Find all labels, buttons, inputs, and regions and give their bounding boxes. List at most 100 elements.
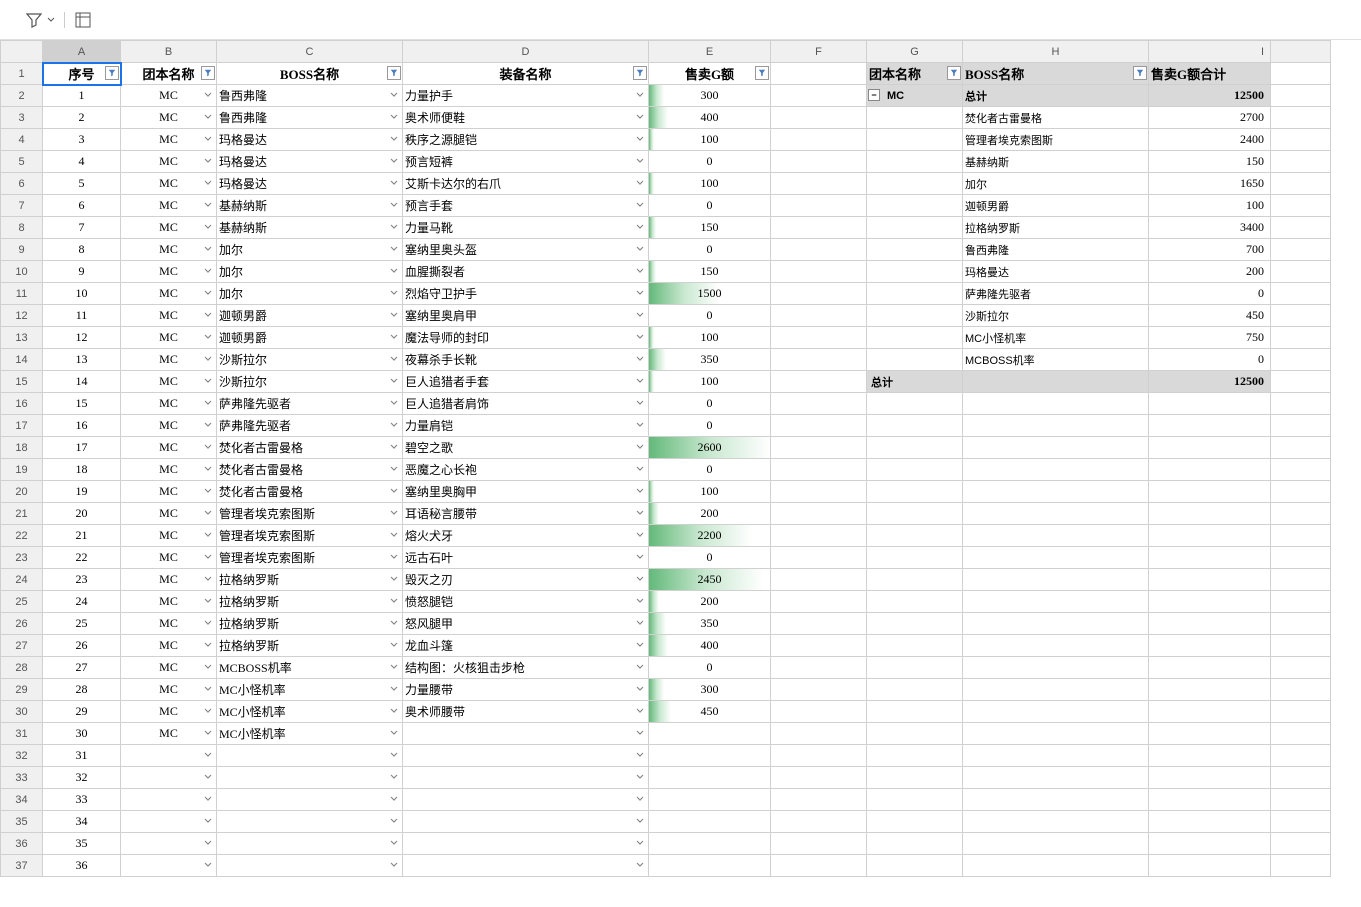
cell[interactable]: [963, 657, 1149, 679]
dropdown-icon[interactable]: [633, 374, 647, 388]
cell-gold[interactable]: 0: [649, 151, 771, 173]
row-header[interactable]: 34: [1, 789, 43, 811]
dropdown-icon[interactable]: [633, 110, 647, 124]
cell-gold[interactable]: [649, 767, 771, 789]
row-header[interactable]: 20: [1, 481, 43, 503]
pivot-header-boss[interactable]: BOSS名称: [963, 63, 1149, 85]
cell[interactable]: [867, 415, 963, 437]
row-header[interactable]: 32: [1, 745, 43, 767]
dropdown-icon[interactable]: [387, 374, 401, 388]
cell-item[interactable]: 力量腰带: [403, 679, 649, 701]
cell-seq[interactable]: 34: [43, 811, 121, 833]
header-gold[interactable]: 售卖G额: [649, 63, 771, 85]
cell[interactable]: [963, 613, 1149, 635]
cell-boss[interactable]: [217, 789, 403, 811]
cell-gold[interactable]: 2600: [649, 437, 771, 459]
cell-gold[interactable]: 0: [649, 415, 771, 437]
cell-seq[interactable]: 33: [43, 789, 121, 811]
cell[interactable]: [1271, 195, 1331, 217]
cell-item[interactable]: 远古石叶: [403, 547, 649, 569]
cell[interactable]: [867, 811, 963, 833]
cell[interactable]: [1271, 217, 1331, 239]
dropdown-icon[interactable]: [387, 594, 401, 608]
col-header-j[interactable]: [1271, 41, 1331, 63]
dropdown-icon[interactable]: [201, 220, 215, 234]
select-all-corner[interactable]: [1, 41, 43, 63]
pivot-boss[interactable]: 管理者埃克索图斯: [963, 129, 1149, 151]
cell-item[interactable]: 巨人追猎者手套: [403, 371, 649, 393]
cell-boss[interactable]: 拉格纳罗斯: [217, 613, 403, 635]
cell-item[interactable]: 秩序之源腿铠: [403, 129, 649, 151]
cell[interactable]: [1271, 789, 1331, 811]
filter-icon[interactable]: [387, 66, 401, 80]
pivot-boss[interactable]: 加尔: [963, 173, 1149, 195]
cell[interactable]: [1271, 635, 1331, 657]
cell[interactable]: [867, 569, 963, 591]
dropdown-icon[interactable]: [201, 594, 215, 608]
dropdown-icon[interactable]: [201, 440, 215, 454]
dropdown-icon[interactable]: [633, 352, 647, 366]
cell-boss[interactable]: 拉格纳罗斯: [217, 635, 403, 657]
cell-raid[interactable]: MC: [121, 635, 217, 657]
cell-raid[interactable]: MC: [121, 415, 217, 437]
dropdown-icon[interactable]: [633, 858, 647, 872]
cell[interactable]: [1271, 415, 1331, 437]
cell[interactable]: [1149, 723, 1271, 745]
pivot-boss[interactable]: MCBOSS机率: [963, 349, 1149, 371]
dropdown-icon[interactable]: [387, 308, 401, 322]
cell[interactable]: [1149, 481, 1271, 503]
cell-raid[interactable]: MC: [121, 371, 217, 393]
cell-item[interactable]: [403, 833, 649, 855]
cell[interactable]: [771, 855, 867, 877]
cell-raid[interactable]: MC: [121, 129, 217, 151]
cell-boss[interactable]: MC小怪机率: [217, 679, 403, 701]
cell[interactable]: [963, 481, 1149, 503]
pivot-raid[interactable]: [867, 283, 963, 305]
cell-gold[interactable]: 300: [649, 679, 771, 701]
cell-boss[interactable]: 沙斯拉尔: [217, 349, 403, 371]
cell[interactable]: [1149, 767, 1271, 789]
cell-item[interactable]: 碧空之歌: [403, 437, 649, 459]
cell-item[interactable]: [403, 855, 649, 877]
cell-seq[interactable]: 10: [43, 283, 121, 305]
cell[interactable]: [771, 833, 867, 855]
dropdown-icon[interactable]: [633, 308, 647, 322]
cell-raid[interactable]: MC: [121, 657, 217, 679]
dropdown-icon[interactable]: [387, 858, 401, 872]
cell-seq[interactable]: 17: [43, 437, 121, 459]
cell-item[interactable]: 耳语秘言腰带: [403, 503, 649, 525]
cell[interactable]: [771, 613, 867, 635]
cell-raid[interactable]: MC: [121, 481, 217, 503]
row-header[interactable]: 5: [1, 151, 43, 173]
row-header[interactable]: 16: [1, 393, 43, 415]
cell-boss[interactable]: 玛格曼达: [217, 151, 403, 173]
pivot-raid[interactable]: [867, 195, 963, 217]
dropdown-icon[interactable]: [633, 616, 647, 630]
cell-gold[interactable]: 0: [649, 393, 771, 415]
row-header[interactable]: 33: [1, 767, 43, 789]
row-header[interactable]: 2: [1, 85, 43, 107]
cell[interactable]: [771, 723, 867, 745]
cell-raid[interactable]: [121, 833, 217, 855]
filter-icon[interactable]: [755, 66, 769, 80]
cell[interactable]: [1149, 613, 1271, 635]
cell-seq[interactable]: 4: [43, 151, 121, 173]
cell-gold[interactable]: 100: [649, 481, 771, 503]
dropdown-icon[interactable]: [387, 264, 401, 278]
row-header[interactable]: 31: [1, 723, 43, 745]
dropdown-icon[interactable]: [387, 792, 401, 806]
dropdown-icon[interactable]: [633, 792, 647, 806]
cell-gold[interactable]: 200: [649, 503, 771, 525]
cell-boss[interactable]: 迦顿男爵: [217, 327, 403, 349]
cell[interactable]: [771, 261, 867, 283]
dropdown-icon[interactable]: [633, 154, 647, 168]
cell-gold[interactable]: 200: [649, 591, 771, 613]
dropdown-icon[interactable]: [633, 330, 647, 344]
pivot-boss[interactable]: 鲁西弗隆: [963, 239, 1149, 261]
row-header[interactable]: 19: [1, 459, 43, 481]
dropdown-icon[interactable]: [387, 726, 401, 740]
cell-item[interactable]: 结构图：火核狙击步枪: [403, 657, 649, 679]
row-header[interactable]: 1: [1, 63, 43, 85]
cell-gold[interactable]: 100: [649, 327, 771, 349]
cell[interactable]: [867, 393, 963, 415]
